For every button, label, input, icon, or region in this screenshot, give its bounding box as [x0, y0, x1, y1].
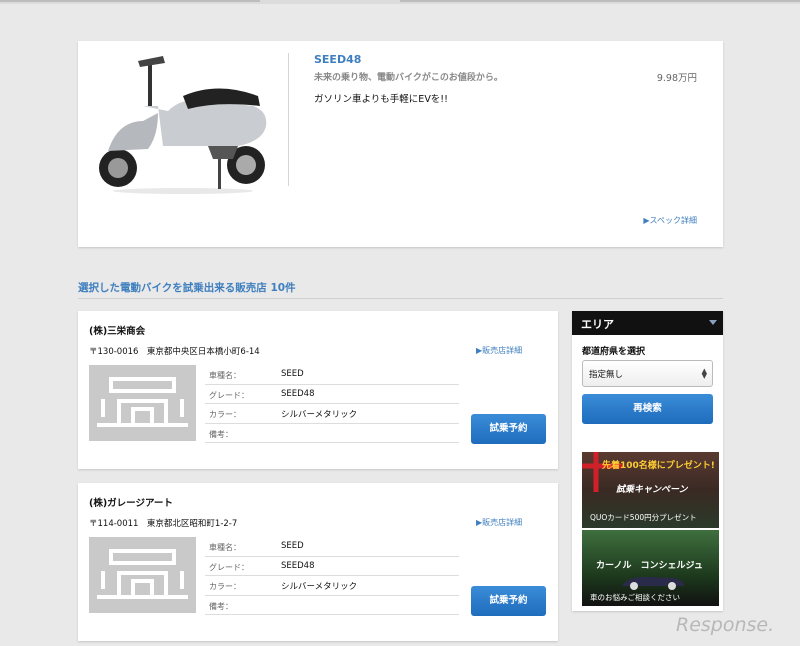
dealer-card: (株)ガレージアート 〒114-0011 東京都北区昭和町1-2-7 ▶販売店詳…	[78, 483, 558, 641]
prefecture-label: 都道府県を選択	[582, 347, 646, 357]
dealer-address: 〒130-0016 東京都中央区日本橋小町6-14	[89, 347, 260, 357]
banner-caption: 車のお悩みご相談ください	[590, 593, 680, 602]
table-row: 車種名： SEED	[205, 537, 459, 557]
table-row: カラー： シルバーメタリック	[205, 576, 459, 596]
scooter-image	[99, 56, 267, 194]
dealer-address: 〒114-0011 東京都北区昭和町1-2-7	[89, 519, 238, 529]
product-description: ガソリン車よりも手軽にEVを!!	[314, 94, 448, 105]
product-price: 9.98万円	[656, 73, 697, 84]
table-row: 備考：	[205, 596, 459, 615]
row-key: カラー：	[209, 410, 241, 419]
row-value: SEED	[281, 541, 304, 551]
row-value: シルバーメタリック	[281, 582, 358, 592]
dealer-detail-link[interactable]: ▶販売店詳細	[476, 345, 522, 356]
row-key: 備考：	[209, 601, 233, 611]
prefecture-select-value: 指定無し	[589, 370, 624, 380]
banner-title: 試乗キャンペーン	[616, 485, 688, 495]
row-value: シルバーメタリック	[281, 410, 358, 420]
chevron-down-icon	[709, 320, 717, 325]
row-key: 車種名：	[209, 371, 241, 380]
dealer-list-title: 選択した電動バイクを試乗出来る販売店 10件	[78, 282, 296, 294]
dealer-spec-table: 車種名： SEED グレード： SEED48 カラー： シルバーメタリック 備考：	[205, 365, 459, 443]
banner-title: カーノル コンシェルジュ	[596, 561, 703, 571]
research-button[interactable]: 再検索	[582, 394, 713, 424]
store-placeholder-icon	[89, 537, 196, 613]
prefecture-select[interactable]: 指定無し ▲ ▼	[582, 360, 713, 387]
divider	[288, 53, 289, 186]
row-key: カラー：	[209, 582, 241, 591]
test-ride-campaign-banner[interactable]: 先着100名様にプレゼント! 試乗キャンペーン QUOカード500円分プレゼント	[582, 452, 719, 528]
dealer-name: (株)三栄商会	[89, 326, 146, 337]
dealer-detail-link[interactable]: ▶販売店詳細	[476, 517, 522, 528]
area-sidebar: エリア 都道府県を選択 指定無し ▲ ▼ 再検索 先着100名様にプレゼント! 試…	[572, 311, 723, 611]
table-row: グレード： SEED48	[205, 385, 459, 404]
area-header-label: エリア	[581, 318, 614, 331]
banner-headline: 先着100名様にプレゼント!	[602, 461, 715, 471]
concierge-banner[interactable]: カーノル コンシェルジュ 車のお悩みご相談ください	[582, 530, 719, 606]
store-placeholder-icon	[89, 365, 196, 441]
row-value: SEED48	[281, 388, 315, 399]
row-key: 車種名：	[209, 543, 241, 552]
table-row: 備考：	[205, 424, 459, 443]
divider	[78, 298, 723, 299]
row-key: グレード：	[209, 562, 249, 572]
table-row: カラー： シルバーメタリック	[205, 404, 459, 424]
response-watermark: Response.	[676, 614, 775, 636]
test-ride-reserve-button[interactable]: 試乗予約	[471, 414, 546, 444]
product-name[interactable]: SEED48	[314, 53, 361, 66]
dealer-name: (株)ガレージアート	[89, 498, 173, 509]
select-arrows-icon: ▲ ▼	[701, 367, 707, 380]
product-card: SEED48 未来の乗り物、電動バイクがこのお値段から。 9.98万円 ガソリン…	[78, 41, 723, 247]
car-icon	[622, 576, 684, 590]
product-tagline: 未来の乗り物、電動バイクがこのお値段から。	[314, 73, 503, 83]
row-value: SEED48	[281, 560, 315, 571]
banner-caption: QUOカード500円分プレゼント	[590, 513, 697, 522]
top-bar	[0, 0, 800, 4]
test-ride-reserve-button[interactable]: 試乗予約	[471, 586, 546, 616]
dealer-spec-table: 車種名： SEED グレード： SEED48 カラー： シルバーメタリック 備考：	[205, 537, 459, 615]
dealer-card: (株)三栄商会 〒130-0016 東京都中央区日本橋小町6-14 ▶販売店詳細…	[78, 311, 558, 469]
spec-detail-link[interactable]: ▶スペック詳細	[643, 215, 697, 226]
table-row: 車種名： SEED	[205, 365, 459, 385]
table-row: グレード： SEED48	[205, 557, 459, 576]
row-key: グレード：	[209, 390, 249, 400]
row-key: 備考：	[209, 429, 233, 439]
row-value: SEED	[281, 369, 304, 379]
area-header[interactable]: エリア	[572, 311, 723, 335]
